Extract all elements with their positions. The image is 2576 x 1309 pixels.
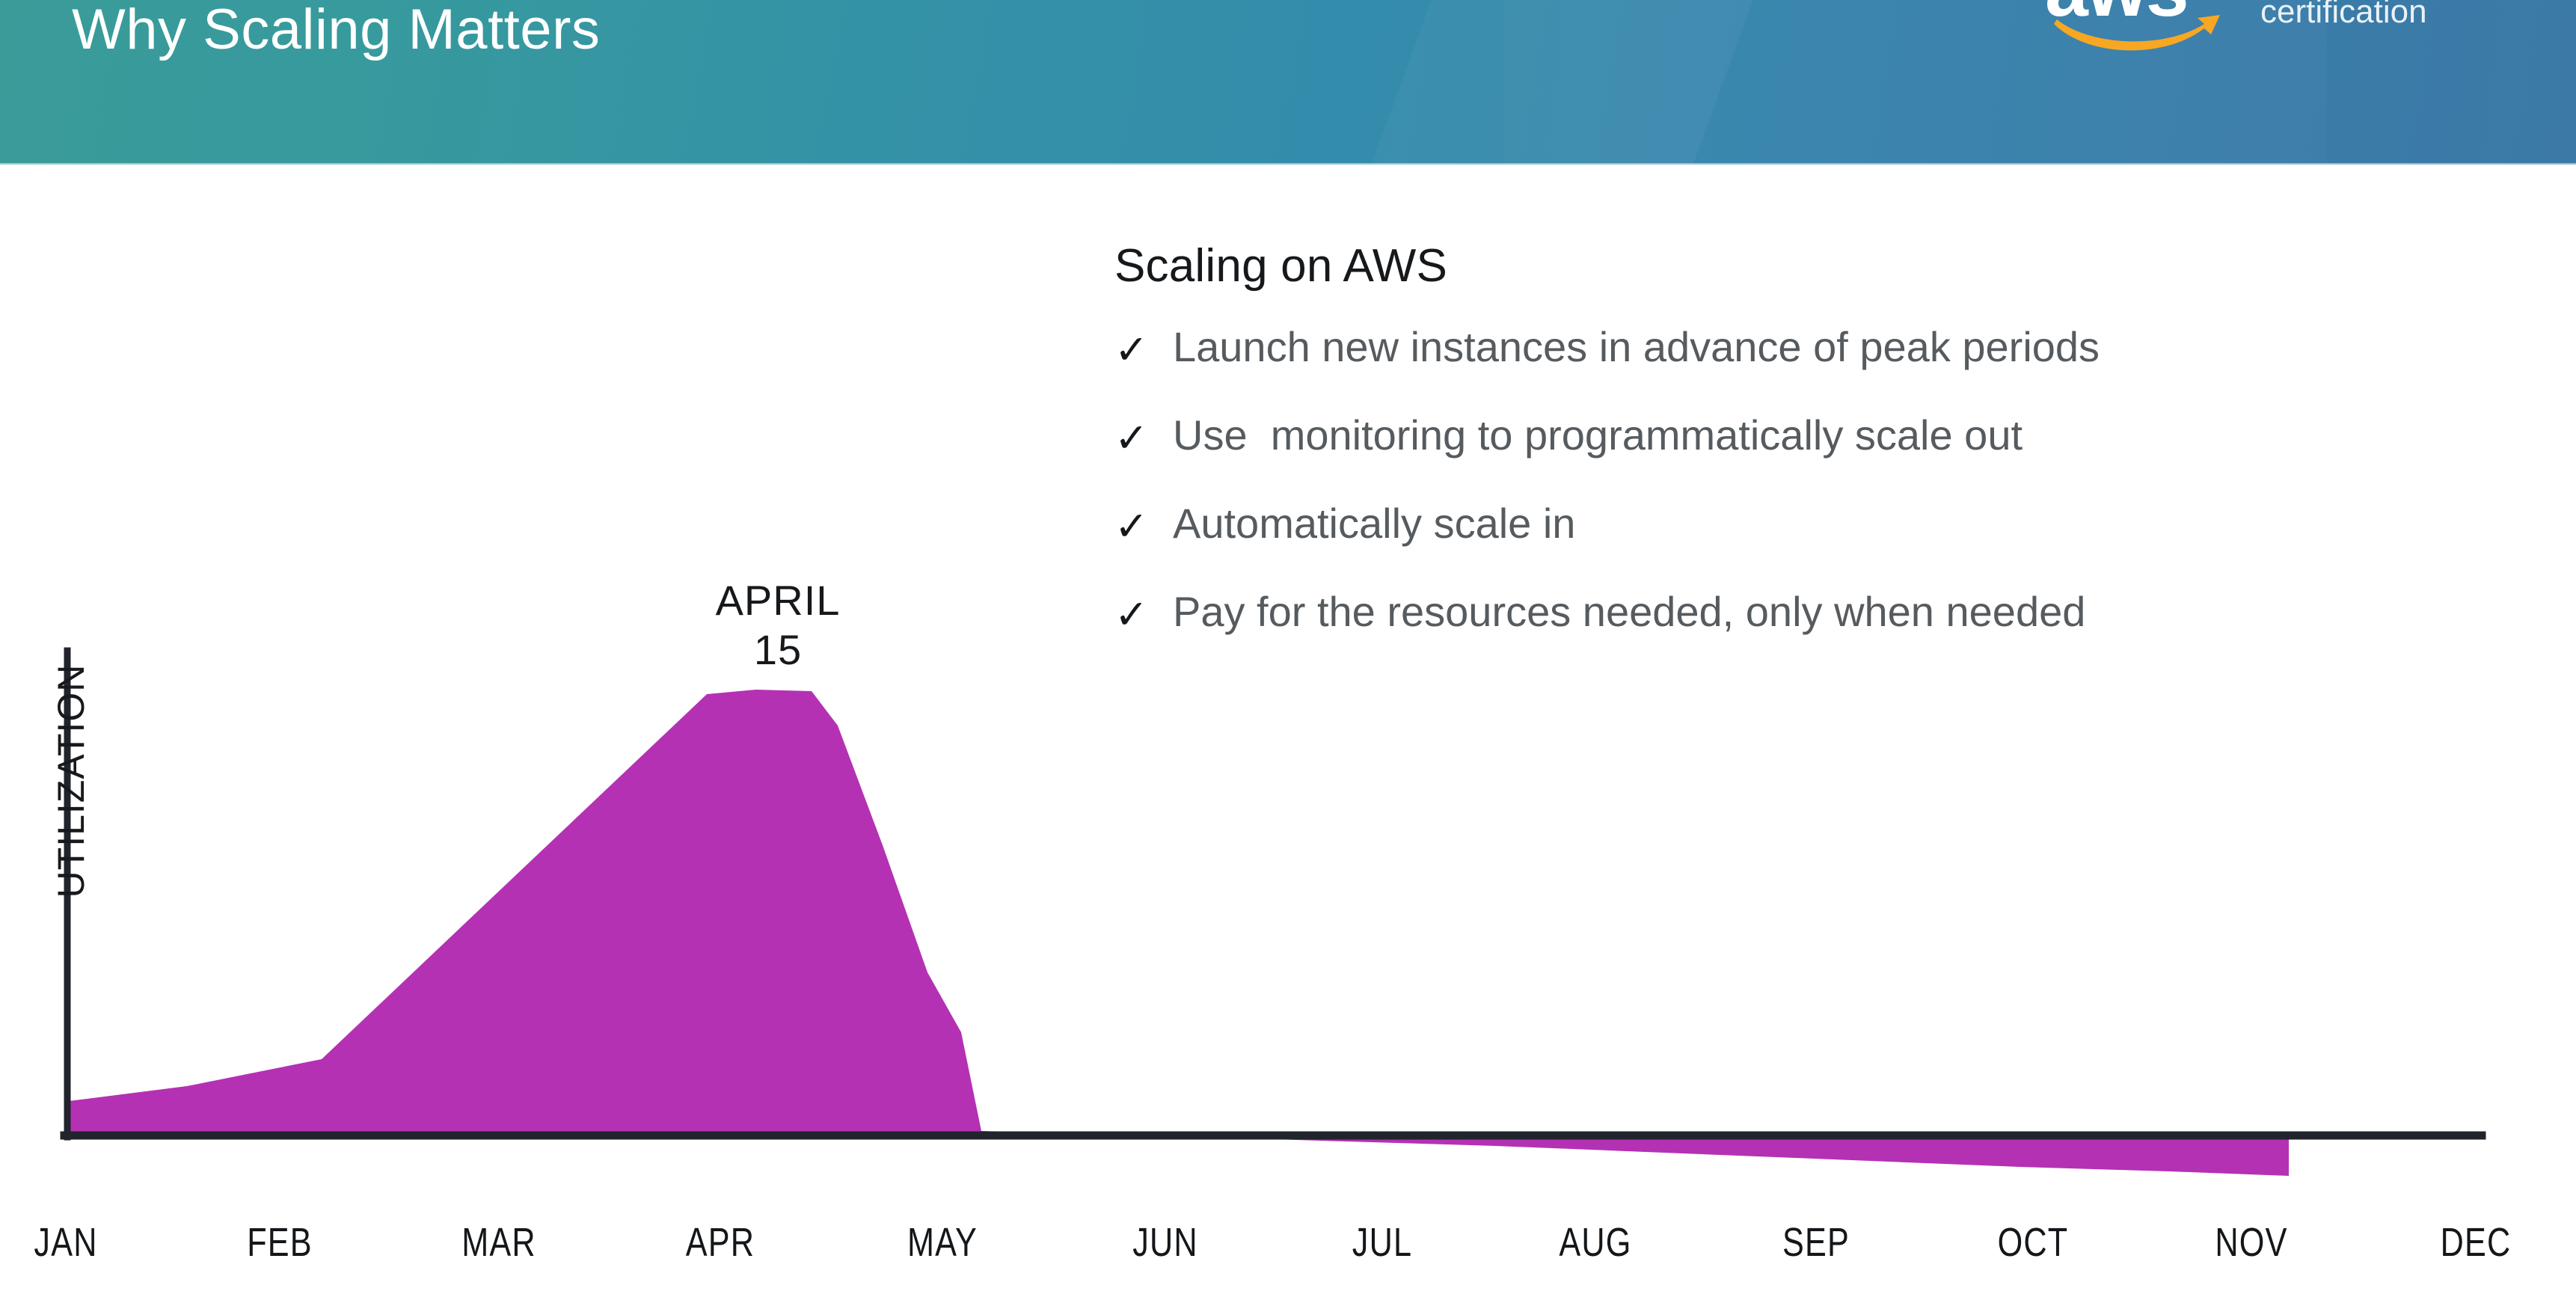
- check-icon: ✓: [1114, 326, 1149, 373]
- utilization-area-series: [69, 690, 2289, 1176]
- x-tick-dec: DEC: [2440, 1220, 2512, 1265]
- x-axis-tick-labels: JAN FEB MAR APR MAY JUN JUL AUG SEP OCT …: [0, 1219, 2576, 1287]
- slide-canvas: Why Scaling Matters aws training and cer…: [0, 0, 2576, 1309]
- list-item-label: Use monitoring to programmatically scale…: [1173, 411, 2023, 459]
- x-tick-jun: JUN: [1132, 1220, 1198, 1265]
- aws-smile-icon: [2054, 15, 2220, 51]
- aws-logo: aws training and certification: [2045, 0, 2509, 85]
- x-tick-may: MAY: [907, 1220, 978, 1265]
- list-item-label: Automatically scale in: [1173, 500, 1576, 547]
- page-title: Why Scaling Matters: [72, 0, 601, 61]
- list-item: ✓ Launch new instances in advance of pea…: [1114, 325, 2521, 397]
- x-tick-jul: JUL: [1352, 1220, 1413, 1265]
- list-item-label: Pay for the resources needed, only when …: [1173, 588, 2086, 635]
- y-axis-label: UTILIZATION: [50, 663, 92, 898]
- utilization-area-chart: UTILIZATION APRIL 15 JAN FEB MAR APR MAY…: [0, 577, 2576, 1309]
- header-underline: [0, 163, 2576, 165]
- peak-annotation-label: APRIL 15: [715, 577, 841, 674]
- x-tick-feb: FEB: [247, 1220, 313, 1265]
- check-icon: ✓: [1114, 414, 1149, 462]
- chart-plot-area: [60, 647, 2486, 1176]
- x-tick-aug: AUG: [1559, 1220, 1632, 1265]
- list-item-label: Launch new instances in advance of peak …: [1173, 323, 2100, 370]
- x-tick-apr: APR: [685, 1220, 755, 1265]
- list-item: ✓ Automatically scale in: [1114, 500, 2521, 574]
- aws-tagline: training and certification: [2260, 0, 2427, 30]
- x-tick-nov: NOV: [2215, 1220, 2288, 1265]
- header-decorative-wedge: [1358, 0, 1761, 165]
- scaling-info-block: Scaling on AWS ✓ Launch new instances in…: [1114, 239, 2521, 678]
- check-icon: ✓: [1114, 591, 1149, 638]
- check-icon: ✓: [1114, 503, 1149, 550]
- slide-header: Why Scaling Matters aws training and cer…: [0, 0, 2576, 165]
- x-tick-sep: SEP: [1782, 1220, 1850, 1265]
- x-tick-oct: OCT: [1997, 1220, 2069, 1265]
- list-item: ✓ Use monitoring to programmatically sca…: [1114, 411, 2521, 485]
- x-tick-jan: JAN: [34, 1220, 98, 1265]
- x-tick-mar: MAR: [461, 1220, 536, 1265]
- block-heading: Scaling on AWS: [1114, 240, 1448, 292]
